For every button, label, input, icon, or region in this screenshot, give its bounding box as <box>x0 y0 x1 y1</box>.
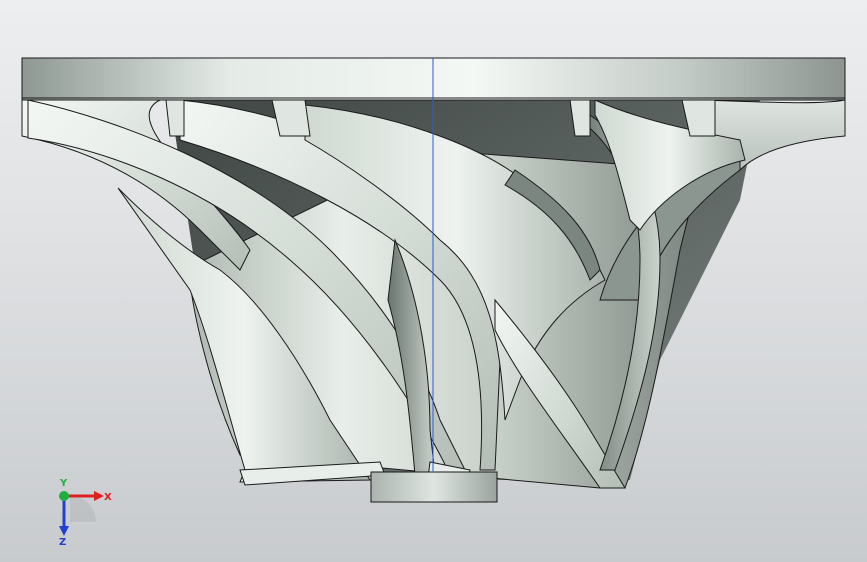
impeller-model[interactable] <box>0 0 867 562</box>
z-axis-arrow-icon <box>59 496 69 536</box>
triad-y-label: Y <box>59 478 68 489</box>
impeller-hub <box>370 471 498 503</box>
triad-x-label: X <box>104 492 112 503</box>
graphics-viewport[interactable]: X Y Z <box>0 0 867 562</box>
coordinate-triad: X Y Z <box>59 478 112 548</box>
y-axis-dot-icon <box>59 491 69 501</box>
triad-z-label: Z <box>59 537 66 548</box>
